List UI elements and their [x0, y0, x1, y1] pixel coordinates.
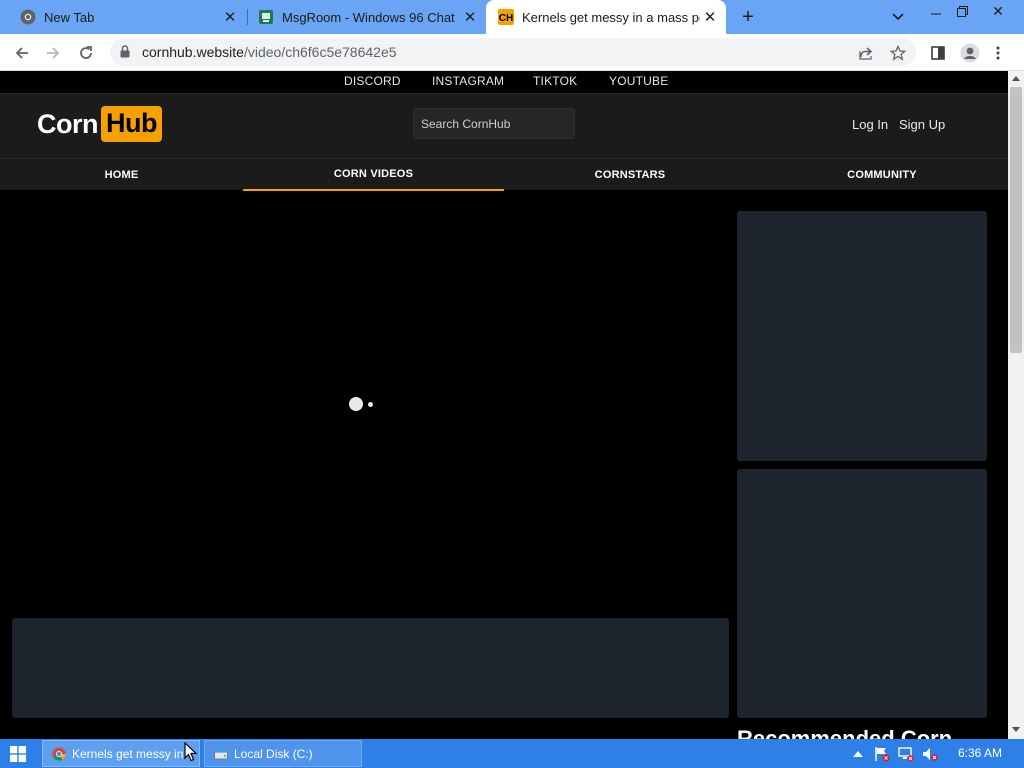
spinner-dot: [368, 402, 373, 407]
reload-icon: [80, 46, 92, 59]
chevron-down-icon: [892, 13, 904, 21]
scrollbar-thumb[interactable]: [1010, 87, 1022, 353]
chrome-icon: [52, 746, 66, 761]
reload-button[interactable]: [73, 40, 99, 66]
taskbar-item-explorer[interactable]: Local Disk (C:): [204, 740, 362, 767]
social-link-instagram[interactable]: INSTAGRAM: [432, 74, 504, 88]
nav-corn-videos[interactable]: CORN VIDEOS: [243, 159, 504, 191]
restore-button[interactable]: [952, 2, 972, 20]
url-text: cornhub.website/video/ch6f6c5e78642e5: [142, 44, 397, 60]
tab-title: MsgRoom - Windows 96 Chat: [282, 9, 455, 25]
lock-icon: [120, 45, 130, 58]
chevron-up-icon[interactable]: [850, 746, 866, 762]
speaker-muted-icon[interactable]: [922, 746, 938, 762]
tab-title: New Tab: [44, 9, 95, 25]
minimize-icon: [931, 13, 941, 15]
menu-button[interactable]: [989, 40, 1007, 66]
social-link-tiktok[interactable]: TIKTOK: [533, 74, 577, 88]
taskbar-clock[interactable]: 6:36 AM: [958, 746, 1002, 760]
main-navigation: HOME CORN VIDEOS CORNSTARS COMMUNITY: [0, 158, 1008, 191]
close-window-button[interactable]: ✕: [986, 2, 1010, 20]
video-player[interactable]: [0, 191, 730, 616]
windows-start-icon[interactable]: [10, 746, 26, 762]
kebab-menu-icon: [996, 46, 1000, 60]
svg-text:CH: CH: [499, 13, 513, 24]
taskbar-item-label: Kernels get messy in: [72, 746, 184, 761]
nav-cornstars[interactable]: CORNSTARS: [504, 159, 756, 191]
close-icon[interactable]: ✕: [220, 7, 240, 27]
forward-button[interactable]: [40, 40, 66, 66]
logo-text-hub: Hub: [101, 106, 162, 142]
profile-button[interactable]: [957, 40, 983, 66]
tab-title: Kernels get messy in a mass pop: [522, 9, 700, 25]
minimize-button[interactable]: [926, 2, 946, 20]
flag-alert-icon[interactable]: [874, 746, 890, 762]
ad-placeholder-bottom: [737, 469, 987, 718]
social-links-bar: DISCORD INSTAGRAM TIKTOK YOUTUBE: [0, 71, 1008, 94]
drive-icon: [214, 748, 228, 760]
avatar-icon: [960, 43, 980, 63]
logo-text-corn: Corn: [37, 108, 99, 139]
arrow-right-icon: [47, 47, 60, 59]
arrow-left-icon: [15, 47, 28, 59]
site-header: Corn Hub Log In Sign Up HOME CORN VIDEOS…: [0, 94, 1008, 191]
restore-icon: [956, 5, 968, 17]
taskbar-item-chrome[interactable]: Kernels get messy in: [42, 740, 200, 767]
back-button[interactable]: [9, 40, 35, 66]
ad-placeholder-top: [737, 211, 987, 461]
spinner-dot: [349, 397, 363, 411]
site-logo[interactable]: Corn Hub: [37, 106, 162, 142]
side-panel-button[interactable]: [925, 40, 951, 66]
mouse-cursor-icon: [184, 742, 198, 762]
taskbar-item-label: Local Disk (C:): [234, 746, 313, 761]
page-scrollbar[interactable]: [1008, 71, 1024, 739]
video-info-placeholder: [12, 618, 729, 718]
scroll-down-arrow[interactable]: [1012, 727, 1020, 732]
recommended-heading: Recommended Corn: [737, 726, 953, 739]
scroll-up-arrow[interactable]: [1012, 76, 1020, 81]
share-icon[interactable]: [856, 44, 876, 62]
browser-tab-strip: New Tab ✕ MsgRoom - Windows 96 Chat ✕ CH…: [0, 0, 1024, 34]
web-page: DISCORD INSTAGRAM TIKTOK YOUTUBE Corn Hu…: [0, 71, 1008, 739]
tab-new-tab[interactable]: New Tab ✕: [0, 0, 246, 34]
star-icon[interactable]: [888, 44, 908, 62]
social-link-discord[interactable]: DISCORD: [344, 74, 401, 88]
new-tab-button[interactable]: +: [737, 6, 759, 28]
social-link-youtube[interactable]: YOUTUBE: [609, 74, 668, 88]
close-icon[interactable]: ✕: [460, 7, 480, 27]
cornhub-favicon: CH: [498, 9, 514, 25]
signup-link[interactable]: Sign Up: [899, 117, 945, 132]
network-alert-icon[interactable]: [898, 746, 914, 762]
search-input[interactable]: [413, 108, 575, 139]
tab-msgroom[interactable]: MsgRoom - Windows 96 Chat ✕: [238, 0, 486, 34]
tab-cornhub[interactable]: CH Kernels get messy in a mass pop ✕: [486, 0, 726, 34]
browser-toolbar: cornhub.website/video/ch6f6c5e78642e5: [0, 34, 1024, 71]
address-bar[interactable]: cornhub.website/video/ch6f6c5e78642e5: [110, 38, 916, 66]
msgroom-icon: [258, 9, 274, 25]
nav-home[interactable]: HOME: [0, 159, 243, 191]
tab-search-button[interactable]: [888, 7, 908, 27]
chrome-icon: [20, 9, 36, 25]
side-panel-icon: [931, 46, 945, 60]
nav-community[interactable]: COMMUNITY: [756, 159, 1008, 191]
login-link[interactable]: Log In: [852, 117, 888, 132]
taskbar: Kernels get messy in Local Disk (C:) 6:3…: [0, 739, 1024, 768]
close-icon[interactable]: ✕: [700, 7, 720, 27]
